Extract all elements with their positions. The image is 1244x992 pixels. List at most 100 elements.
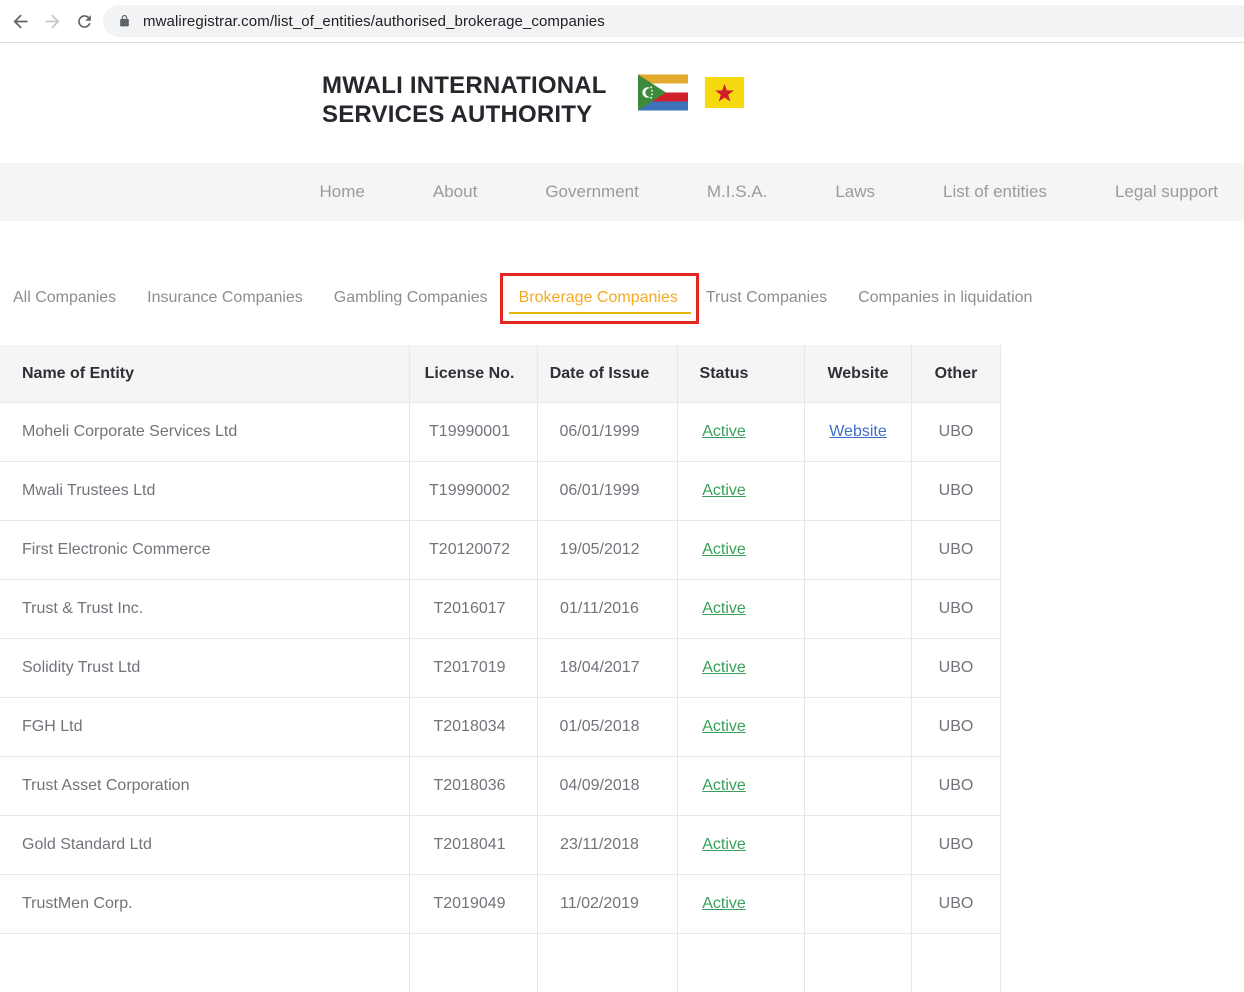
date-of-issue-cell: 18/04/2017 bbox=[538, 639, 678, 697]
entity-tabs: All Companies Insurance Companies Gambling… bbox=[0, 265, 1244, 331]
other-cell: UBO bbox=[912, 521, 1001, 579]
other-cell: UBO bbox=[912, 875, 1001, 933]
forward-arrow-icon bbox=[42, 11, 63, 32]
status-link[interactable]: Active bbox=[702, 836, 746, 854]
status-link[interactable]: Active bbox=[702, 777, 746, 795]
status-link[interactable]: Active bbox=[702, 895, 746, 913]
license-no-cell: T2019049 bbox=[410, 875, 538, 933]
status-link[interactable]: Active bbox=[702, 541, 746, 559]
tab-insurance-companies[interactable]: Insurance Companies bbox=[147, 289, 303, 307]
forward-button[interactable] bbox=[40, 9, 64, 33]
other-cell: UBO bbox=[912, 757, 1001, 815]
status-cell: Active bbox=[678, 698, 805, 756]
status-link[interactable]: Active bbox=[702, 600, 746, 618]
date-of-issue-cell: 06/01/1999 bbox=[538, 403, 678, 461]
tab-gambling-companies[interactable]: Gambling Companies bbox=[334, 289, 488, 307]
site-title-line1: MWALI INTERNATIONAL bbox=[322, 71, 607, 100]
website-cell bbox=[805, 875, 912, 933]
website-cell: Website bbox=[805, 403, 912, 461]
site-title: MWALI INTERNATIONAL SERVICES AUTHORITY bbox=[322, 71, 607, 129]
nav-item-list-of-entities[interactable]: List of entities bbox=[943, 182, 1047, 202]
main-nav: Home About Government M.I.S.A. Laws List of e… bbox=[0, 163, 1244, 221]
date-of-issue-cell: 06/01/1999 bbox=[538, 462, 678, 520]
nav-item-m-i-s-a[interactable]: M.I.S.A. bbox=[707, 182, 767, 202]
tab-trust-companies[interactable]: Trust Companies bbox=[706, 289, 827, 307]
other-cell: UBO bbox=[912, 639, 1001, 697]
date-of-issue-cell: 19/05/2012 bbox=[538, 521, 678, 579]
col-header-license-no: License No. bbox=[410, 345, 538, 402]
status-link[interactable]: Active bbox=[702, 659, 746, 677]
table-row: Mwali Trustees LtdT1999000206/01/1999 Act… bbox=[0, 461, 1001, 520]
table-row: First Electronic CommerceT2012007219/05/… bbox=[0, 520, 1001, 579]
website-link[interactable]: Website bbox=[829, 423, 887, 441]
status-cell: Active bbox=[678, 462, 805, 520]
tab-brokerage-companies[interactable]: Brokerage Companies bbox=[519, 289, 678, 306]
other-cell: UBO bbox=[912, 462, 1001, 520]
table-row: Trust Asset CorporationT201803604/09/201… bbox=[0, 756, 1001, 815]
website-cell bbox=[805, 639, 912, 697]
nav-item-about[interactable]: About bbox=[433, 182, 477, 202]
entities-table: Name of EntityLicense No.Date of IssueSt… bbox=[0, 345, 1001, 992]
status-link[interactable]: Active bbox=[702, 718, 746, 736]
website-cell bbox=[805, 580, 912, 638]
table-row: Solidity Trust LtdT201701918/04/2017 Acti… bbox=[0, 638, 1001, 697]
url-text: mwaliregistrar.com/list_of_entities/auth… bbox=[143, 13, 605, 30]
date-of-issue-cell: 04/09/2018 bbox=[538, 757, 678, 815]
nav-item-legal-support[interactable]: Legal support bbox=[1115, 182, 1218, 202]
col-header-status: Status bbox=[678, 345, 805, 402]
website-cell bbox=[805, 757, 912, 815]
table-row: TrustMen Corp.T201904911/02/2019 Active UB… bbox=[0, 874, 1001, 933]
back-button[interactable] bbox=[8, 9, 32, 33]
address-bar[interactable]: mwaliregistrar.com/list_of_entities/auth… bbox=[103, 5, 1244, 37]
other-cell: UBO bbox=[912, 403, 1001, 461]
back-arrow-icon bbox=[10, 11, 31, 32]
status-cell: Active bbox=[678, 639, 805, 697]
license-no-cell: T19990002 bbox=[410, 462, 538, 520]
nav-item-home[interactable]: Home bbox=[320, 182, 365, 202]
website-cell bbox=[805, 521, 912, 579]
license-no-cell: T2016017 bbox=[410, 580, 538, 638]
status-link[interactable]: Active bbox=[702, 482, 746, 500]
other-cell: UBO bbox=[912, 816, 1001, 874]
table-row-partial bbox=[0, 933, 1001, 992]
entity-name-cell: Gold Standard Ltd bbox=[0, 816, 410, 874]
license-no-cell: T2018036 bbox=[410, 757, 538, 815]
entity-name-cell: FGH Ltd bbox=[0, 698, 410, 756]
status-cell: Active bbox=[678, 757, 805, 815]
tab-companies-in-liquidation[interactable]: Companies in liquidation bbox=[858, 289, 1032, 307]
refresh-button[interactable] bbox=[72, 9, 96, 33]
status-cell: Active bbox=[678, 580, 805, 638]
entity-name-cell: First Electronic Commerce bbox=[0, 521, 410, 579]
status-link[interactable]: Active bbox=[702, 423, 746, 441]
entity-name-cell: Solidity Trust Ltd bbox=[0, 639, 410, 697]
col-header-name-of-entity: Name of Entity bbox=[0, 345, 410, 402]
date-of-issue-cell: 01/05/2018 bbox=[538, 698, 678, 756]
date-of-issue-cell: 11/02/2019 bbox=[538, 875, 678, 933]
col-header-website: Website bbox=[805, 345, 912, 402]
date-of-issue-cell: 23/11/2018 bbox=[538, 816, 678, 874]
license-no-cell: T2017019 bbox=[410, 639, 538, 697]
comoros-flag-icon bbox=[638, 74, 688, 111]
nav-item-government[interactable]: Government bbox=[545, 182, 639, 202]
table-header-row: Name of EntityLicense No.Date of IssueSt… bbox=[0, 345, 1001, 402]
tab-all-companies[interactable]: All Companies bbox=[13, 289, 116, 307]
status-cell: Active bbox=[678, 403, 805, 461]
browser-toolbar: mwaliregistrar.com/list_of_entities/auth… bbox=[0, 0, 1244, 43]
entity-name-cell: Trust & Trust Inc. bbox=[0, 580, 410, 638]
entity-name-cell: Mwali Trustees Ltd bbox=[0, 462, 410, 520]
license-no-cell: T19990001 bbox=[410, 403, 538, 461]
website-cell bbox=[805, 698, 912, 756]
mwali-flag-icon bbox=[704, 77, 745, 108]
website-cell bbox=[805, 462, 912, 520]
date-of-issue-cell: 01/11/2016 bbox=[538, 580, 678, 638]
table-row: Trust & Trust Inc.T201601701/11/2016 Acti… bbox=[0, 579, 1001, 638]
entity-name-cell: TrustMen Corp. bbox=[0, 875, 410, 933]
nav-item-laws[interactable]: Laws bbox=[835, 182, 875, 202]
status-cell: Active bbox=[678, 816, 805, 874]
other-cell: UBO bbox=[912, 580, 1001, 638]
table-row: Gold Standard LtdT201804123/11/2018 Activ… bbox=[0, 815, 1001, 874]
status-cell: Active bbox=[678, 875, 805, 933]
col-header-other: Other bbox=[912, 345, 1001, 402]
entity-name-cell: Moheli Corporate Services Ltd bbox=[0, 403, 410, 461]
license-no-cell: T2018041 bbox=[410, 816, 538, 874]
